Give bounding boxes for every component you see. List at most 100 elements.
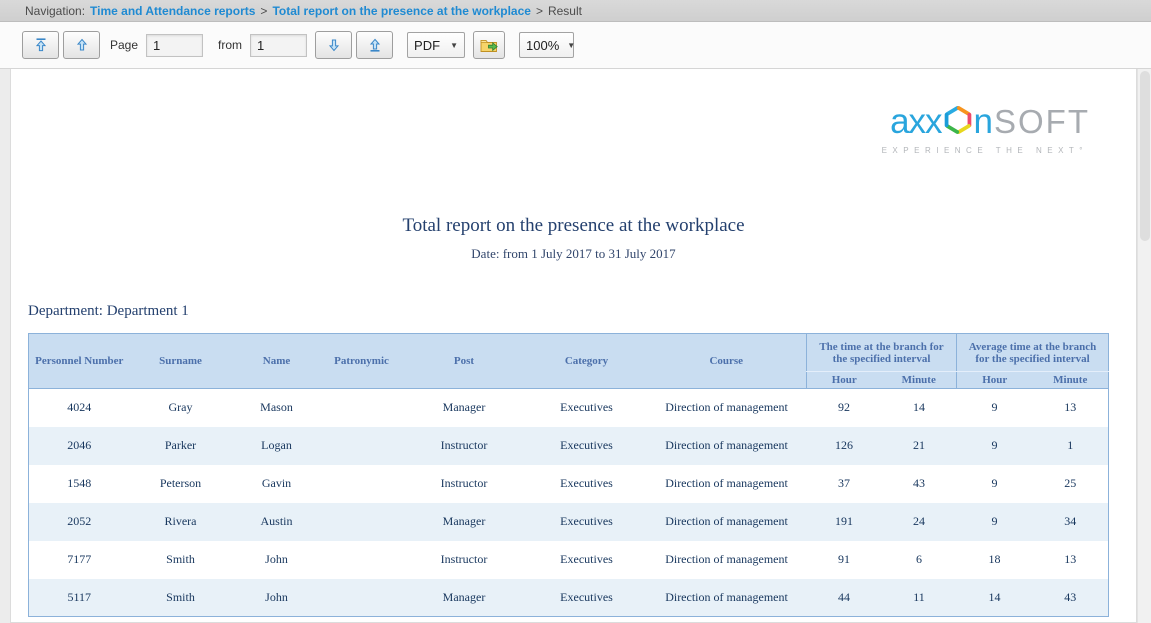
cell-category: Executives <box>527 541 647 579</box>
cell-personnel-number: 5117 <box>29 579 130 617</box>
cell-hour: 14 <box>957 579 1033 617</box>
page-input[interactable] <box>146 34 203 57</box>
cell-course: Direction of management <box>647 465 807 503</box>
col-group-time-at-branch: The time at the branch for the specified… <box>807 334 957 372</box>
hexagon-logo-icon <box>943 103 973 142</box>
col-header-category: Category <box>527 334 647 389</box>
table-row: 1548 Peterson Gavin Instructor Executive… <box>29 465 1109 503</box>
previous-page-button[interactable] <box>63 31 100 59</box>
cell-category: Executives <box>527 465 647 503</box>
vertical-scrollbar[interactable] <box>1137 69 1151 623</box>
table-row: 5117 Smith John Manager Executives Direc… <box>29 579 1109 617</box>
cell-patronymic <box>322 541 402 579</box>
cell-surname: Parker <box>130 427 232 465</box>
logo-text-soft: SOFT <box>994 103 1090 141</box>
breadcrumb-separator: > <box>536 4 543 18</box>
cell-minute: 14 <box>882 389 957 427</box>
cell-personnel-number: 4024 <box>29 389 130 427</box>
col-header-minute: Minute <box>882 372 957 389</box>
cell-course: Direction of management <box>647 389 807 427</box>
cell-hour: 37 <box>807 465 882 503</box>
cell-patronymic <box>322 389 402 427</box>
first-page-button[interactable] <box>22 31 59 59</box>
cell-hour: 91 <box>807 541 882 579</box>
col-header-post: Post <box>402 334 527 389</box>
zoom-value: 100% <box>526 38 559 53</box>
cell-course: Direction of management <box>647 541 807 579</box>
cell-post: Instructor <box>402 541 527 579</box>
col-header-hour: Hour <box>807 372 882 389</box>
total-pages-input[interactable] <box>250 34 307 57</box>
cell-post: Manager <box>402 389 527 427</box>
cell-personnel-number: 7177 <box>29 541 130 579</box>
cell-hour: 191 <box>807 503 882 541</box>
logo-text-axx: axx <box>890 102 941 142</box>
col-header-surname: Surname <box>130 334 232 389</box>
next-page-button[interactable] <box>315 31 352 59</box>
cell-patronymic <box>322 579 402 617</box>
export-button[interactable] <box>473 31 505 59</box>
cell-minute: 43 <box>1033 579 1109 617</box>
cell-surname: Gray <box>130 389 232 427</box>
cell-minute: 21 <box>882 427 957 465</box>
table-row: 7177 Smith John Instructor Executives Di… <box>29 541 1109 579</box>
cell-minute: 25 <box>1033 465 1109 503</box>
breadcrumb-separator: > <box>260 4 267 18</box>
cell-hour: 9 <box>957 427 1033 465</box>
nav-label: Navigation: <box>25 4 85 18</box>
cell-category: Executives <box>527 579 647 617</box>
col-header-course: Course <box>647 334 807 389</box>
cell-minute: 34 <box>1033 503 1109 541</box>
breadcrumb: Navigation: Time and Attendance reports … <box>0 0 1151 22</box>
col-header-personnel-number: Personnel Number <box>29 334 130 389</box>
col-group-average-time: Average time at the branch for the speci… <box>957 334 1109 372</box>
last-page-button[interactable] <box>356 31 393 59</box>
axxonsoft-logo: axx n SOFT EXPERIENCE THE NEXT° <box>11 102 1136 155</box>
cell-minute: 1 <box>1033 427 1109 465</box>
breadcrumb-total-report-link[interactable]: Total report on the presence at the work… <box>272 4 531 18</box>
department-label: Department: Department 1 <box>28 303 1136 320</box>
table-row: 2046 Parker Logan Instructor Executives … <box>29 427 1109 465</box>
arrow-down-icon <box>326 37 342 53</box>
cell-minute: 24 <box>882 503 957 541</box>
cell-hour: 44 <box>807 579 882 617</box>
cell-minute: 11 <box>882 579 957 617</box>
cell-minute: 6 <box>882 541 957 579</box>
cell-name: Gavin <box>232 465 322 503</box>
breadcrumb-time-attendance-reports-link[interactable]: Time and Attendance reports <box>90 4 255 18</box>
chevron-down-icon: ▼ <box>450 41 458 50</box>
cell-personnel-number: 1548 <box>29 465 130 503</box>
arrow-up-icon <box>74 37 90 53</box>
cell-hour: 18 <box>957 541 1033 579</box>
page-label: Page <box>110 38 138 52</box>
chevron-down-icon: ▼ <box>567 41 575 50</box>
col-header-name: Name <box>232 334 322 389</box>
cell-post: Manager <box>402 503 527 541</box>
cell-name: Logan <box>232 427 322 465</box>
report-title: Total report on the presence at the work… <box>11 215 1136 237</box>
cell-course: Direction of management <box>647 503 807 541</box>
zoom-select[interactable]: 100% ▼ <box>519 32 574 58</box>
col-header-minute: Minute <box>1033 372 1109 389</box>
cell-category: Executives <box>527 389 647 427</box>
presence-report-table: Personnel Number Surname Name Patronymic… <box>28 333 1109 617</box>
cell-personnel-number: 2046 <box>29 427 130 465</box>
cell-surname: Peterson <box>130 465 232 503</box>
cell-minute: 13 <box>1033 389 1109 427</box>
cell-category: Executives <box>527 427 647 465</box>
table-row: 4024 Gray Mason Manager Executives Direc… <box>29 389 1109 427</box>
cell-post: Instructor <box>402 465 527 503</box>
col-header-patronymic: Patronymic <box>322 334 402 389</box>
table-row: 2052 Rivera Austin Manager Executives Di… <box>29 503 1109 541</box>
cell-category: Executives <box>527 503 647 541</box>
cell-surname: Smith <box>130 541 232 579</box>
scrollbar-thumb[interactable] <box>1140 71 1150 241</box>
cell-hour: 92 <box>807 389 882 427</box>
arrow-up-to-line-icon <box>33 37 49 53</box>
export-format-select[interactable]: PDF ▼ <box>407 32 465 58</box>
cell-post: Manager <box>402 579 527 617</box>
export-report-icon <box>480 37 498 53</box>
report-toolbar: Page from PDF ▼ 10 <box>0 22 1151 69</box>
cell-name: John <box>232 579 322 617</box>
cell-personnel-number: 2052 <box>29 503 130 541</box>
